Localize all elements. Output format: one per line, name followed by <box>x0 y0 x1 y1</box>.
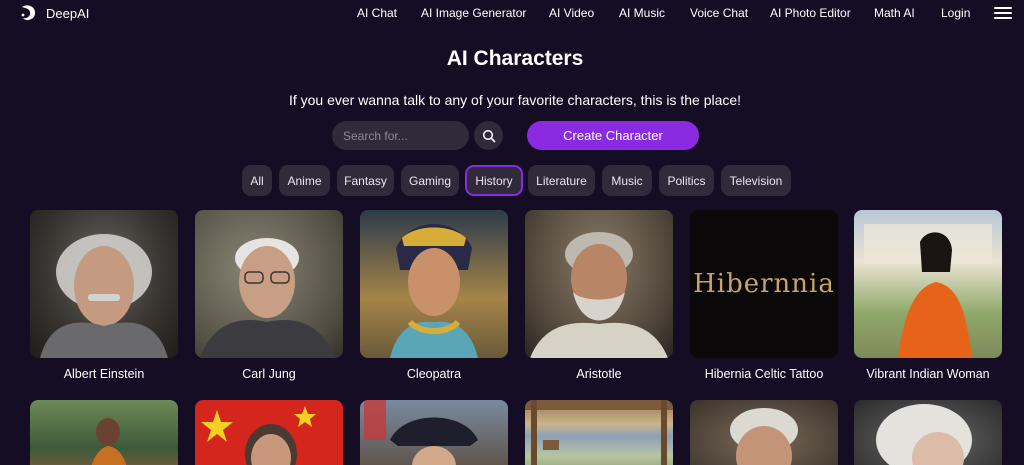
page-subtitle: If you ever wanna talk to any of your fa… <box>288 92 742 108</box>
character-portrait <box>525 210 673 358</box>
hibernnia-logo-text: Hibernnia <box>693 269 835 299</box>
category-chip-history[interactable]: History <box>465 165 523 196</box>
character-portrait <box>525 400 673 465</box>
character-name: Albert Einstein <box>63 367 145 381</box>
character-portrait: Hibernnia <box>690 210 838 358</box>
nav-login[interactable]: Login <box>941 6 970 20</box>
character-portrait <box>360 400 508 465</box>
character-name: Aristotle <box>576 367 622 381</box>
search-button[interactable] <box>474 121 503 150</box>
logo-text: DeepAI <box>46 5 90 21</box>
nav-math-ai[interactable]: Math AI <box>874 6 915 20</box>
top-nav-bar: DeepAI AI Chat AI Image Generator AI Vid… <box>0 0 1024 26</box>
category-chip-all[interactable]: All <box>242 165 272 196</box>
category-chip-gaming[interactable]: Gaming <box>401 165 459 196</box>
character-card[interactable] <box>854 400 1002 465</box>
character-portrait <box>854 400 1002 465</box>
character-card[interactable] <box>525 400 673 465</box>
nav-ai-photo-editor[interactable]: AI Photo Editor <box>770 6 851 20</box>
page-title: AI Characters <box>446 47 584 70</box>
character-name: Carl Jung <box>242 367 296 381</box>
character-card[interactable] <box>360 400 508 465</box>
character-name: Hibernia Celtic Tattoo <box>704 367 824 381</box>
character-card[interactable] <box>30 400 178 465</box>
category-chip-television[interactable]: Television <box>721 165 791 196</box>
character-card[interactable]: Carl Jung <box>195 210 343 381</box>
category-chip-fantasy[interactable]: Fantasy <box>337 165 394 196</box>
character-portrait <box>30 400 178 465</box>
nav-voice-chat[interactable]: Voice Chat <box>690 6 748 20</box>
category-chip-anime[interactable]: Anime <box>279 165 330 196</box>
character-portrait <box>690 400 838 465</box>
character-card[interactable] <box>690 400 838 465</box>
deepai-logo-icon <box>21 5 36 21</box>
character-card[interactable]: Hibernnia Hibernia Celtic Tattoo <box>690 210 838 381</box>
nav-ai-video[interactable]: AI Video <box>549 6 594 20</box>
nav-ai-music[interactable]: AI Music <box>619 6 665 20</box>
character-name: Cleopatra <box>406 367 462 381</box>
character-portrait <box>360 210 508 358</box>
hamburger-menu-icon[interactable] <box>994 7 1012 21</box>
character-card[interactable]: Cleopatra <box>360 210 508 381</box>
create-character-button[interactable]: Create Character <box>527 121 699 150</box>
deepai-logo[interactable]: DeepAI <box>18 3 89 23</box>
character-portrait <box>195 400 343 465</box>
character-card[interactable]: Aristotle <box>525 210 673 381</box>
character-card[interactable]: Vibrant Indian Woman <box>854 210 1002 381</box>
character-portrait <box>195 210 343 358</box>
category-chip-politics[interactable]: Politics <box>659 165 714 196</box>
character-portrait <box>854 210 1002 358</box>
character-card[interactable] <box>195 400 343 465</box>
character-portrait <box>30 210 178 358</box>
search-input[interactable] <box>332 121 469 150</box>
category-chip-literature[interactable]: Literature <box>528 165 595 196</box>
search-icon <box>482 129 495 142</box>
category-chip-music[interactable]: Music <box>602 165 652 196</box>
character-card[interactable]: Albert Einstein <box>30 210 178 381</box>
nav-ai-image-generator[interactable]: AI Image Generator <box>421 6 526 20</box>
character-name: Vibrant Indian Woman <box>866 367 990 381</box>
nav-ai-chat[interactable]: AI Chat <box>357 6 397 20</box>
